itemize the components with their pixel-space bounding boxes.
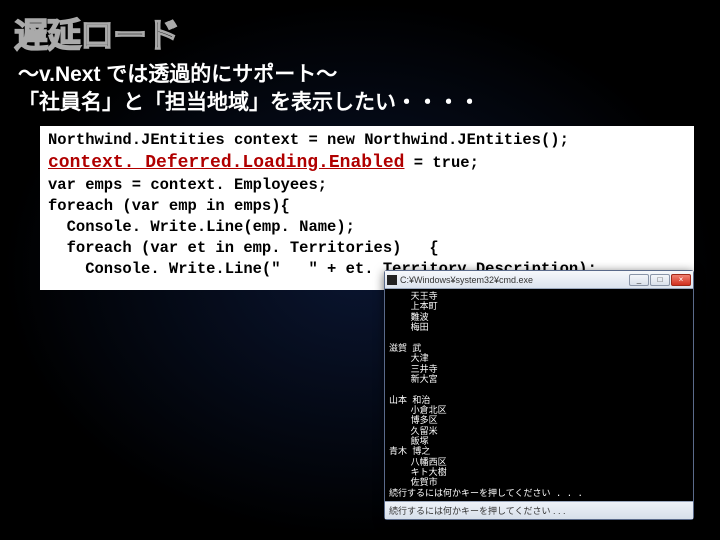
- code-block: Northwind.JEntities context = new Northw…: [40, 126, 694, 290]
- code-line: context. Deferred.Loading.Enabled = true…: [48, 151, 686, 175]
- subtitle-line-1: ～v.Next では透過的にサポート～: [18, 61, 720, 89]
- code-highlight: context. Deferred.Loading.Enabled: [48, 153, 404, 173]
- status-bar: 続行するには何かキーを押してください . . .: [385, 501, 693, 519]
- window-title: C:¥Windows¥system32¥cmd.exe: [400, 275, 629, 285]
- code-line: foreach (var et in emp. Territories) {: [48, 238, 686, 259]
- code-line: foreach (var emp in emps){: [48, 196, 686, 217]
- code-line: var emps = context. Employees;: [48, 175, 686, 196]
- minimize-button[interactable]: _: [629, 274, 649, 286]
- window-titlebar: C:¥Windows¥system32¥cmd.exe _ □ ×: [385, 271, 693, 289]
- code-text: = true;: [404, 154, 478, 172]
- maximize-button[interactable]: □: [650, 274, 670, 286]
- page-title: 遅延ロード: [0, 0, 720, 57]
- code-line: Console. Write.Line(emp. Name);: [48, 217, 686, 238]
- window-buttons: _ □ ×: [629, 274, 691, 286]
- close-button[interactable]: ×: [671, 274, 691, 286]
- subtitle: ～v.Next では透過的にサポート～ 「社員名」と「担当地域」を表示したい・・…: [0, 57, 720, 118]
- console-window: C:¥Windows¥system32¥cmd.exe _ □ × 天王寺 上本…: [384, 270, 694, 520]
- subtitle-line-2: 「社員名」と「担当地域」を表示したい・・・・: [18, 89, 720, 117]
- cmd-icon: [387, 275, 397, 285]
- console-output: 天王寺 上本町 難波 梅田 滋賀 武 大津 三井寺 新大宮 山本 和治 小倉北区…: [385, 289, 693, 501]
- code-line: Northwind.JEntities context = new Northw…: [48, 130, 686, 151]
